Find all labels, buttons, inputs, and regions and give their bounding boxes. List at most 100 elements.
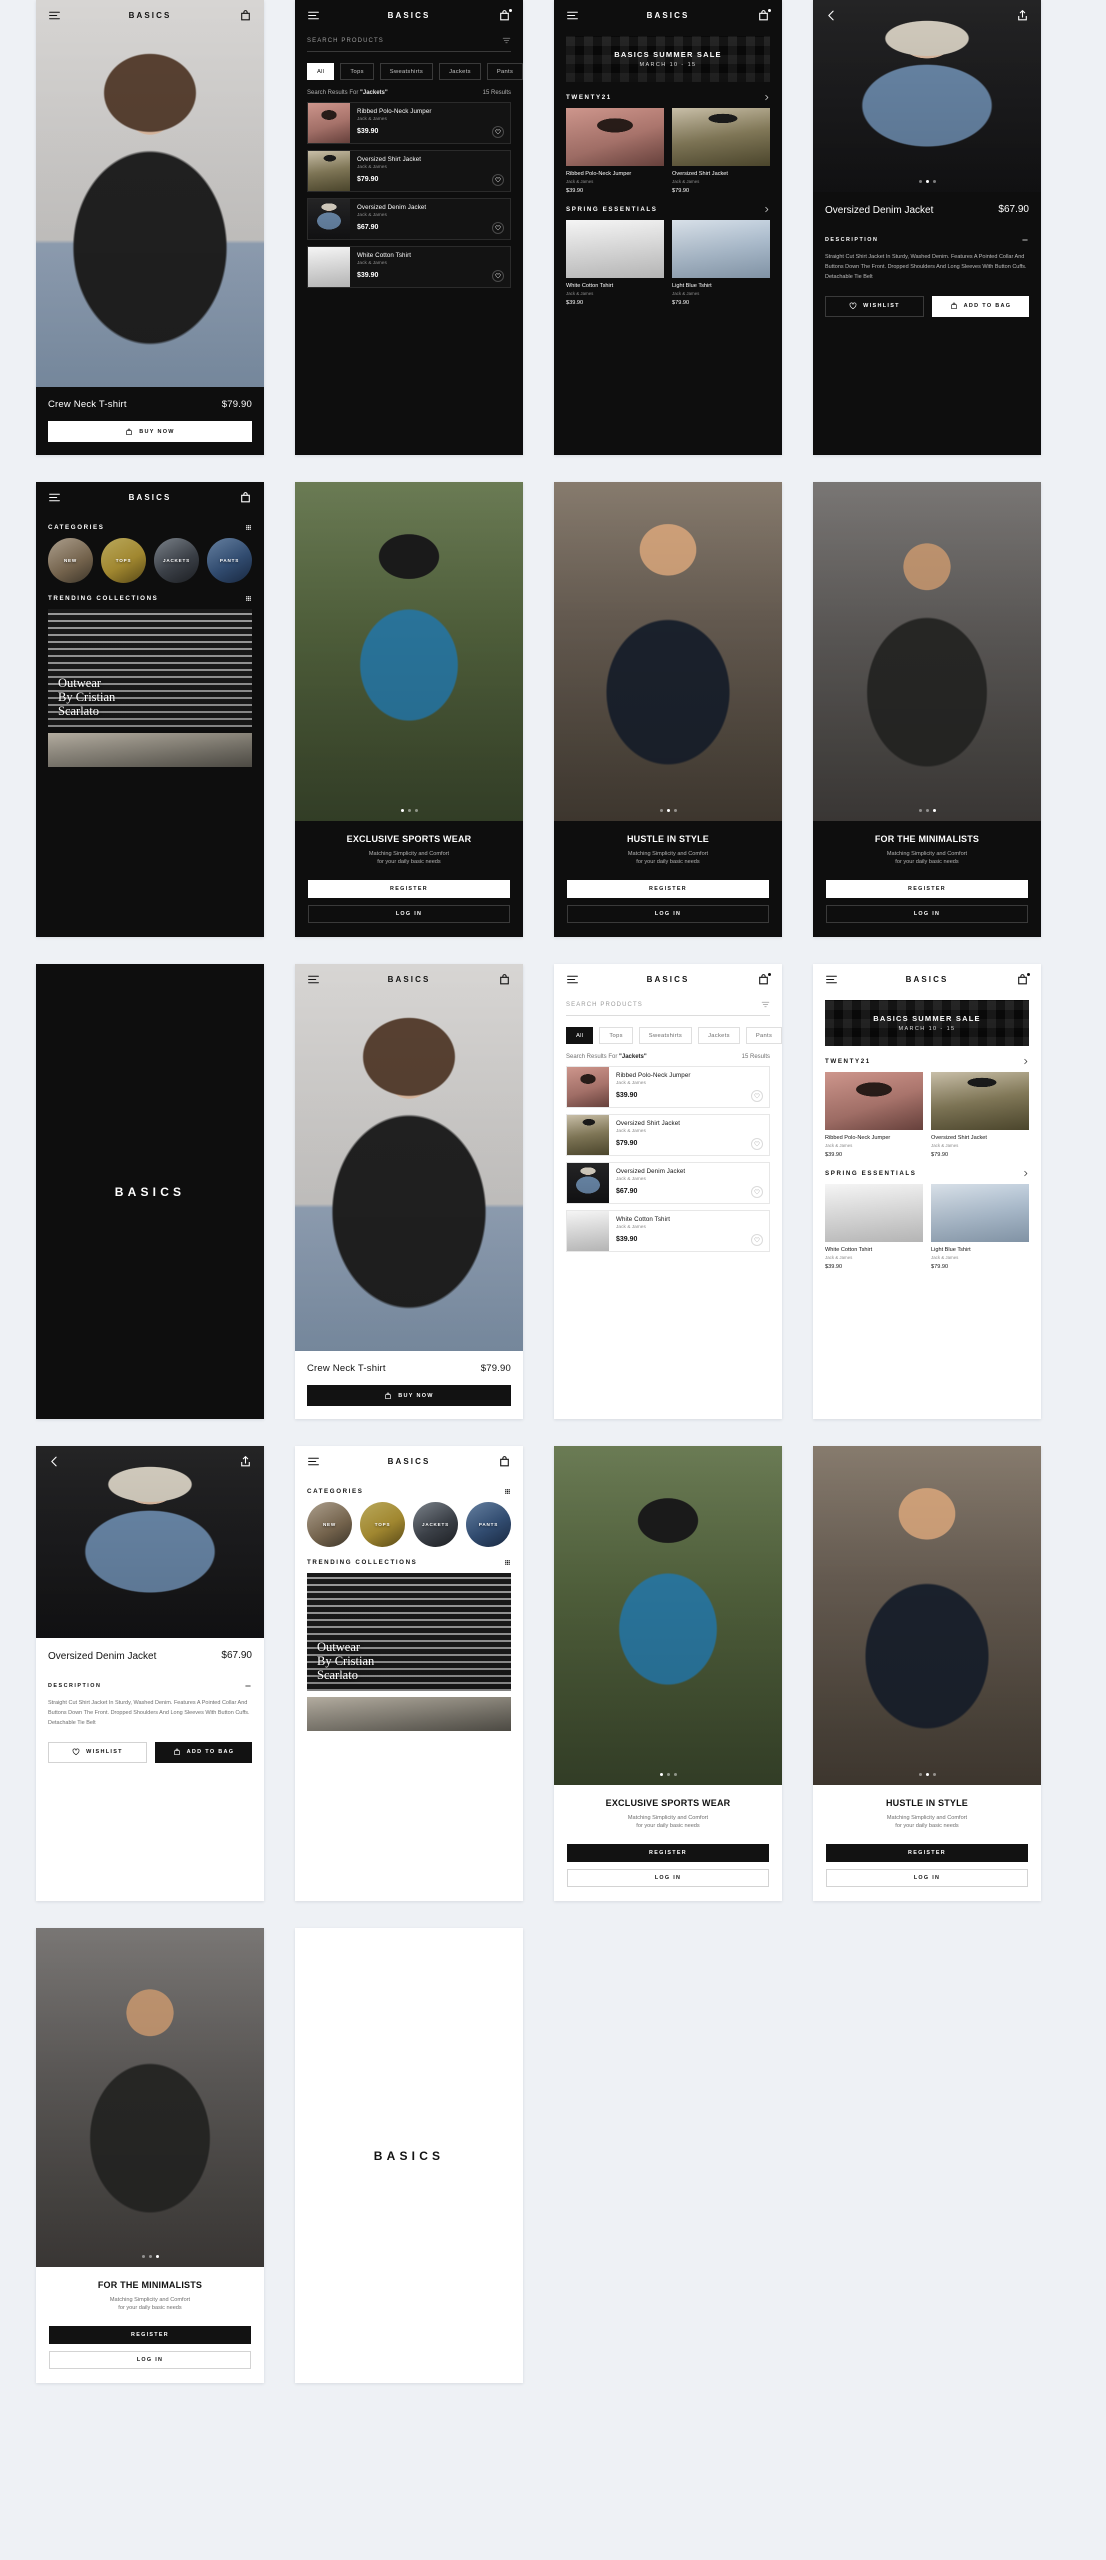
screen-onboarding-sports-light[interactable]: EXCLUSIVE SPORTS WEAR Matching Simplicit… <box>554 1446 782 1901</box>
menu-icon[interactable] <box>566 973 579 986</box>
wishlist-heart-icon[interactable] <box>751 1186 763 1198</box>
chip-tops[interactable]: Tops <box>340 63 374 80</box>
minus-icon[interactable] <box>1021 236 1029 244</box>
chip-all[interactable]: All <box>566 1027 594 1044</box>
slide-dots[interactable] <box>295 808 523 812</box>
list-item[interactable]: Oversized Shirt Jacket Jack & James $79.… <box>307 150 511 192</box>
bag-icon[interactable] <box>239 491 252 504</box>
register-button[interactable]: REGISTER <box>567 880 769 898</box>
screen-onboarding-hustle-dark[interactable]: HUSTLE IN STYLE Matching Simplicity and … <box>554 482 782 937</box>
trending-collection-card[interactable]: Outwear By Cristian Scarlato <box>307 1573 511 1691</box>
menu-icon[interactable] <box>307 9 320 22</box>
screen-splash-dark[interactable]: BASICS <box>36 964 264 1419</box>
category-tops[interactable]: TOPS <box>360 1502 405 1547</box>
buy-now-button[interactable]: BUY NOW <box>48 421 252 442</box>
product-tile[interactable]: Oversized Shirt Jacket Jack & James $79.… <box>672 108 770 194</box>
minus-icon[interactable] <box>244 1682 252 1690</box>
description-header[interactable]: DESCRIPTION <box>825 236 1029 244</box>
grid-icon[interactable] <box>245 524 252 531</box>
product-tile[interactable]: Ribbed Polo-Neck Jumper Jack & James $39… <box>825 1072 923 1158</box>
grid-icon[interactable] <box>245 595 252 602</box>
add-to-bag-button[interactable]: ADD TO BAG <box>155 1741 252 1763</box>
menu-icon[interactable] <box>48 9 61 22</box>
bag-icon[interactable] <box>498 1455 511 1468</box>
screen-categories-light[interactable]: BASICS CATEGORIES NEW TOPS JACKETS PANTS… <box>295 1446 523 1901</box>
screen-onboarding-hustle-light[interactable]: HUSTLE IN STYLE Matching Simplicity and … <box>813 1446 1041 1901</box>
screen-search-light[interactable]: BASICS SEARCH PRODUCTS All Tops Sweatshi… <box>554 964 782 1419</box>
menu-icon[interactable] <box>566 9 579 22</box>
list-item[interactable]: Oversized Shirt Jacket Jack & James $79.… <box>566 1114 770 1156</box>
product-tile[interactable]: Ribbed Polo-Neck Jumper Jack & James $39… <box>566 108 664 194</box>
login-button[interactable]: LOG IN <box>826 905 1028 923</box>
search-input[interactable]: SEARCH PRODUCTS <box>307 36 511 52</box>
chevron-right-icon[interactable] <box>763 94 770 101</box>
menu-icon[interactable] <box>307 973 320 986</box>
chip-pants[interactable]: Pants <box>745 1027 782 1044</box>
slide-dots[interactable] <box>813 1772 1041 1776</box>
chip-all[interactable]: All <box>307 63 335 80</box>
list-item[interactable]: Ribbed Polo-Neck Jumper Jack & James $39… <box>566 1066 770 1108</box>
chip-tops[interactable]: Tops <box>599 1027 633 1044</box>
category-chips[interactable]: All Tops Sweatshirts Jackets Pants <box>554 1016 782 1044</box>
screen-search-dark[interactable]: BASICS SEARCH PRODUCTS All Tops Sweatshi… <box>295 0 523 455</box>
register-button[interactable]: REGISTER <box>826 880 1028 898</box>
wishlist-heart-icon[interactable] <box>492 126 504 138</box>
bag-icon[interactable] <box>1016 971 1031 986</box>
wishlist-heart-icon[interactable] <box>492 270 504 282</box>
screen-onboarding-minimalists-dark[interactable]: FOR THE MINIMALISTS Matching Simplicity … <box>813 482 1041 937</box>
bag-icon[interactable] <box>498 973 511 986</box>
category-chips[interactable]: All Tops Sweatshirts Jackets Pants <box>295 52 523 80</box>
add-to-bag-button[interactable]: ADD TO BAG <box>932 295 1029 317</box>
trending-collection-card[interactable] <box>307 1697 511 1731</box>
wishlist-heart-icon[interactable] <box>751 1138 763 1150</box>
trending-collection-card[interactable] <box>48 733 252 767</box>
back-chevron-icon[interactable] <box>825 9 838 22</box>
list-item[interactable]: Ribbed Polo-Neck Jumper Jack & James $39… <box>307 102 511 144</box>
wishlist-button[interactable]: WISHLIST <box>825 295 924 317</box>
category-tops[interactable]: TOPS <box>101 538 146 583</box>
trending-collection-card[interactable]: Outwear By Cristian Scarlato <box>48 609 252 727</box>
chip-pants[interactable]: Pants <box>486 63 523 80</box>
screen-home-dark[interactable]: BASICS BASICS SUMMER SALE MARCH 10 - 15 … <box>554 0 782 455</box>
list-item[interactable]: Oversized Denim Jacket Jack & James $67.… <box>566 1162 770 1204</box>
bag-icon[interactable] <box>239 9 252 22</box>
login-button[interactable]: LOG IN <box>308 905 510 923</box>
screen-onboarding-minimalists-light[interactable]: FOR THE MINIMALISTS Matching Simplicity … <box>36 1928 264 2383</box>
chevron-right-icon[interactable] <box>1022 1170 1029 1177</box>
screen-onboarding-sports-dark[interactable]: EXCLUSIVE SPORTS WEAR Matching Simplicit… <box>295 482 523 937</box>
category-jackets[interactable]: JACKETS <box>413 1502 458 1547</box>
menu-icon[interactable] <box>307 1455 320 1468</box>
screen-product-card-dark[interactable]: BASICS Crew Neck T-shirt $79.90 BUY NOW <box>36 0 264 455</box>
screen-splash-light[interactable]: BASICS <box>295 1928 523 2383</box>
chip-jackets[interactable]: Jackets <box>439 63 481 80</box>
promo-banner[interactable]: BASICS SUMMER SALE MARCH 10 - 15 <box>825 1000 1029 1046</box>
chevron-right-icon[interactable] <box>763 206 770 213</box>
register-button[interactable]: REGISTER <box>567 1844 769 1862</box>
category-pants[interactable]: PANTS <box>207 538 252 583</box>
wishlist-heart-icon[interactable] <box>492 174 504 186</box>
back-chevron-icon[interactable] <box>48 1455 61 1468</box>
register-button[interactable]: REGISTER <box>826 1844 1028 1862</box>
login-button[interactable]: LOG IN <box>567 905 769 923</box>
bag-icon[interactable] <box>757 971 772 986</box>
login-button[interactable]: LOG IN <box>49 2351 251 2369</box>
screen-product-card-light[interactable]: BASICS Crew Neck T-shirt $79.90 BUY NOW <box>295 964 523 1419</box>
grid-icon[interactable] <box>504 1488 511 1495</box>
category-pants[interactable]: PANTS <box>466 1502 511 1547</box>
slide-dots[interactable] <box>554 808 782 812</box>
list-item[interactable]: Oversized Denim Jacket Jack & James $67.… <box>307 198 511 240</box>
screen-categories-dark[interactable]: BASICS CATEGORIES NEW TOPS JACKETS PANTS… <box>36 482 264 937</box>
menu-icon[interactable] <box>825 973 838 986</box>
list-item[interactable]: White Cotton Tshirt Jack & James $39.90 <box>307 246 511 288</box>
category-new[interactable]: NEW <box>307 1502 352 1547</box>
chip-sweatshirts[interactable]: Sweatshirts <box>379 63 434 80</box>
filter-icon[interactable] <box>761 1000 770 1009</box>
login-button[interactable]: LOG IN <box>826 1869 1028 1887</box>
wishlist-heart-icon[interactable] <box>751 1234 763 1246</box>
bag-icon[interactable] <box>498 7 513 22</box>
search-input[interactable]: SEARCH PRODUCTS <box>566 1000 770 1016</box>
buy-now-button[interactable]: BUY NOW <box>307 1385 511 1406</box>
screen-product-detail-dark[interactable]: Oversized Denim Jacket $67.90 DESCRIPTIO… <box>813 0 1041 455</box>
wishlist-heart-icon[interactable] <box>751 1090 763 1102</box>
product-tile[interactable]: White Cotton Tshirt Jack & James $39.90 <box>825 1184 923 1270</box>
